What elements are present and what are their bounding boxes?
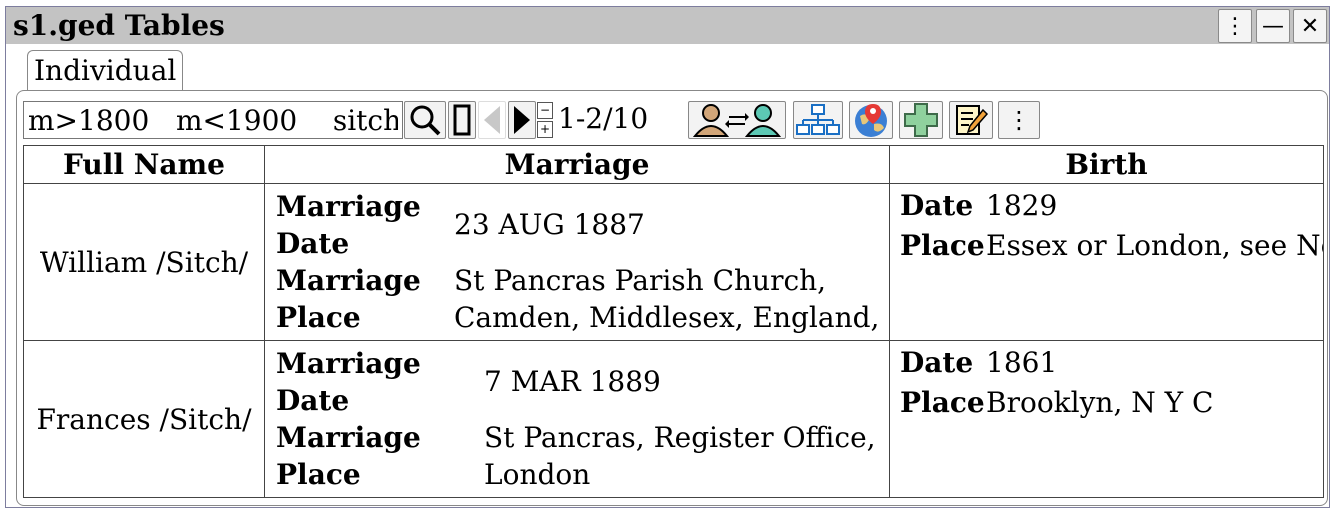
birth-place-label: Place <box>900 229 985 262</box>
minimize-button[interactable]: — <box>1256 9 1290 43</box>
person-swap-icon <box>692 104 782 137</box>
edit-button[interactable] <box>949 101 993 139</box>
marriage-date-label: Date <box>276 227 350 260</box>
search-icon <box>410 105 441 136</box>
globe-pin-icon <box>855 104 887 137</box>
marriage-place-value: St Pancras Parish Church, <box>454 264 827 297</box>
birth-place-label: Place <box>900 386 985 419</box>
marriage-place-label: Marriage <box>276 264 421 297</box>
marriage-date-label: Marriage <box>276 190 421 223</box>
marriage-place-value: London <box>484 458 591 491</box>
search-input[interactable] <box>23 101 403 139</box>
add-button[interactable] <box>899 101 943 139</box>
search-button[interactable] <box>404 101 446 139</box>
triangle-right-icon <box>514 106 530 134</box>
window-menu-button[interactable]: ⋮ <box>1218 9 1252 43</box>
marriage-place-label: Place <box>276 458 361 491</box>
prev-page-button[interactable] <box>478 101 506 139</box>
full-name-cell[interactable]: Frances /Sitch/ <box>23 340 265 498</box>
column-header-full-name[interactable]: Full Name <box>23 145 265 184</box>
step-plus-button[interactable]: + <box>537 121 553 138</box>
birth-cell: Date 1861 Place Brooklyn, N Y C <box>889 340 1324 498</box>
birth-cell: Date 1829 Place Essex or London, see Not… <box>889 183 1324 341</box>
kebab-menu-icon: ⋮ <box>1224 13 1246 39</box>
edit-note-icon <box>956 105 989 135</box>
title-bar: s1.ged Tables ⋮ — ✕ <box>6 7 1329 44</box>
swap-persons-button[interactable] <box>688 101 786 139</box>
marriage-place-label: Marriage <box>276 421 421 454</box>
column-header-marriage[interactable]: Marriage <box>264 145 890 184</box>
tables-window: s1.ged Tables ⋮ — ✕ Individual − + 1-2/1… <box>5 6 1330 508</box>
birth-date-value: 1829 <box>986 189 1058 222</box>
triangle-left-icon <box>484 106 500 134</box>
table-row[interactable]: William /Sitch/ Marriage Date 23 AUG 1887… <box>23 183 1324 341</box>
table-row[interactable]: Frances /Sitch/ Marriage Date 7 MAR 1889 … <box>23 340 1324 498</box>
marriage-place-label: Place <box>276 301 361 334</box>
tab-individual[interactable]: Individual <box>27 50 184 90</box>
marriage-cell: Marriage Date 23 AUG 1887 Marriage Place S… <box>264 183 890 341</box>
birth-place-value: Brooklyn, N Y C <box>986 386 1214 419</box>
step-minus-button[interactable]: − <box>537 102 553 119</box>
birth-date-label: Date <box>900 346 974 379</box>
hierarchy-icon <box>796 104 840 135</box>
page-view-button[interactable] <box>448 101 476 139</box>
birth-date-label: Date <box>900 189 974 222</box>
birth-place-value: Essex or London, see Note <box>986 229 1323 262</box>
marriage-date-value: 23 AUG 1887 <box>454 208 645 241</box>
marriage-place-value: St Pancras, Register Office, <box>484 421 876 454</box>
individual-table: Full Name Marriage Birth William /Sitch/… <box>23 145 1324 498</box>
more-options-button[interactable]: ⋮ <box>998 101 1040 139</box>
kebab-menu-icon: ⋮ <box>1007 106 1031 134</box>
window-title: s1.ged Tables <box>13 9 225 42</box>
marriage-date-label: Marriage <box>276 347 421 380</box>
family-tree-button[interactable] <box>793 101 843 139</box>
pager-label: 1-2/10 <box>558 102 649 135</box>
marriage-date-label: Date <box>276 384 350 417</box>
page-stepper[interactable]: − + <box>537 102 553 138</box>
marriage-place-value: Camden, Middlesex, England, <box>454 301 880 334</box>
column-header-birth[interactable]: Birth <box>889 145 1324 184</box>
marriage-date-value: 7 MAR 1889 <box>484 365 661 398</box>
minimize-icon: — <box>1262 13 1284 39</box>
birth-date-value: 1861 <box>986 346 1058 379</box>
page-rectangle-icon <box>453 104 471 136</box>
marriage-cell: Marriage Date 7 MAR 1889 Marriage Place St… <box>264 340 890 498</box>
next-page-button[interactable] <box>508 101 536 139</box>
plus-icon <box>904 103 938 137</box>
table-header-row: Full Name Marriage Birth <box>23 145 1324 184</box>
full-name-cell[interactable]: William /Sitch/ <box>23 183 265 341</box>
close-button[interactable]: ✕ <box>1293 9 1327 43</box>
map-button[interactable] <box>849 101 893 139</box>
close-icon: ✕ <box>1300 13 1320 39</box>
